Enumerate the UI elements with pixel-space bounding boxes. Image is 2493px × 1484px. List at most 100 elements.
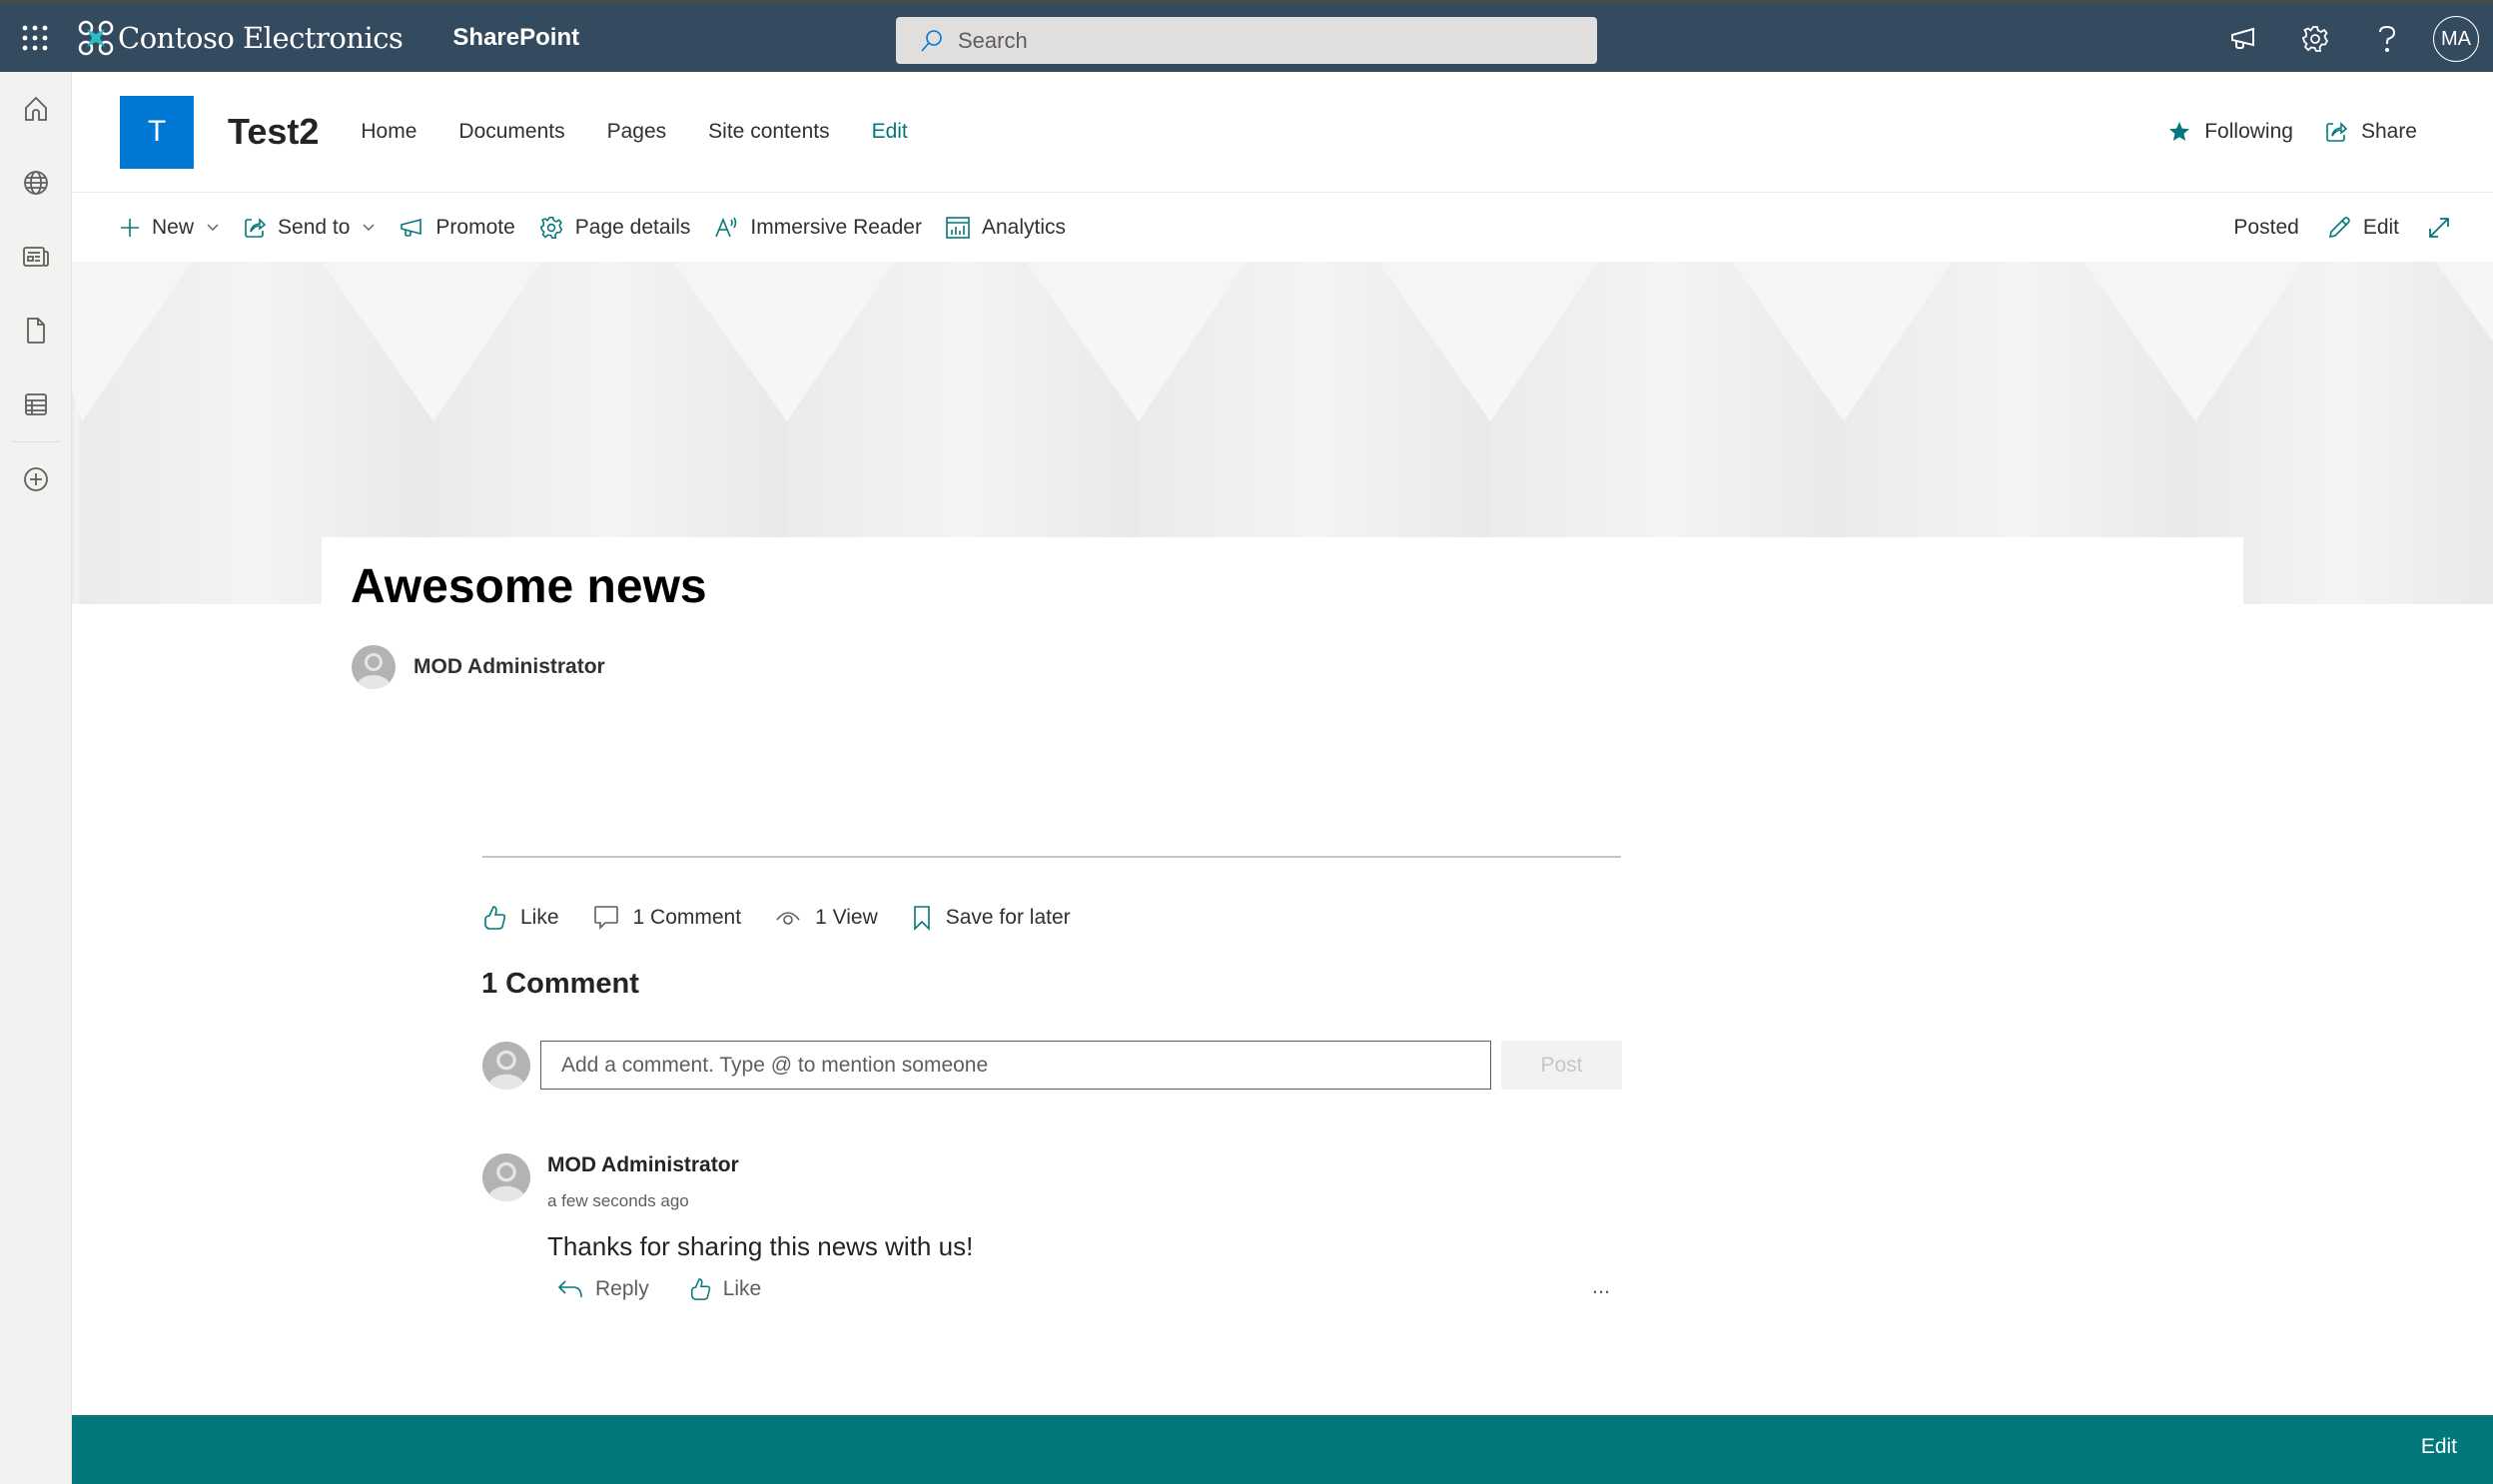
post-comment-button[interactable]: Post bbox=[1501, 1041, 1622, 1090]
comments-heading: 1 Comment bbox=[481, 968, 639, 1000]
posted-status-label: Posted bbox=[2233, 215, 2299, 239]
thumbs-up-icon bbox=[690, 1278, 710, 1300]
nav-edit[interactable]: Edit bbox=[872, 120, 908, 144]
following-button[interactable]: Following bbox=[2168, 120, 2293, 144]
promote-button[interactable]: Promote bbox=[400, 215, 515, 240]
new-label: New bbox=[152, 215, 195, 239]
like-label: Like bbox=[520, 906, 559, 929]
views-count: 1 View bbox=[775, 906, 878, 930]
analytics-button[interactable]: Analytics bbox=[946, 216, 1066, 240]
reply-icon bbox=[557, 1280, 582, 1298]
share-label: Share bbox=[2360, 120, 2417, 143]
site-navigation: Home Documents Pages Site contents Edit bbox=[361, 120, 949, 144]
edit-label: Edit bbox=[2362, 215, 2399, 239]
comment-actions: Reply Like bbox=[557, 1277, 801, 1301]
rail-files-button[interactable] bbox=[0, 294, 72, 368]
add-comment-form: Add a comment. Type @ to mention someone… bbox=[482, 1041, 1622, 1090]
site-title[interactable]: Test2 bbox=[228, 111, 319, 153]
immersive-reader-icon bbox=[715, 217, 737, 237]
help-icon bbox=[2379, 25, 2396, 52]
share-button[interactable]: Share bbox=[2325, 120, 2417, 144]
comments-count-button[interactable]: 1 Comment bbox=[593, 905, 742, 931]
commenter-avatar-icon bbox=[482, 1153, 530, 1201]
add-circle-icon bbox=[24, 467, 48, 491]
news-icon bbox=[23, 247, 49, 267]
comment-icon bbox=[593, 906, 618, 930]
user-avatar-button[interactable]: MA bbox=[2433, 16, 2479, 62]
rail-news-button[interactable] bbox=[0, 220, 72, 294]
comment-timestamp: a few seconds ago bbox=[547, 1191, 689, 1210]
brand-logo-link[interactable]: Contoso Electronics bbox=[78, 20, 404, 56]
analytics-icon bbox=[946, 216, 970, 239]
page-title: Awesome news bbox=[351, 560, 707, 613]
bookmark-icon bbox=[913, 906, 930, 931]
gear-icon bbox=[2301, 26, 2329, 52]
search-box[interactable]: Search bbox=[896, 17, 1597, 64]
send-to-label: Send to bbox=[278, 215, 351, 239]
comments-count-label: 1 Comment bbox=[632, 906, 742, 929]
comment-item: MOD Administrator a few seconds ago Than… bbox=[482, 1153, 1621, 1300]
app-name-link[interactable]: SharePoint bbox=[452, 24, 579, 52]
page-status: Posted bbox=[2233, 216, 2298, 240]
brand-name: Contoso Electronics bbox=[118, 20, 404, 55]
site-logo[interactable]: T bbox=[120, 95, 194, 169]
comment-input[interactable]: Add a comment. Type @ to mention someone bbox=[540, 1041, 1491, 1090]
comment-author[interactable]: MOD Administrator bbox=[547, 1153, 739, 1177]
search-placeholder: Search bbox=[958, 27, 1028, 53]
avatar-placeholder-icon bbox=[352, 645, 396, 689]
avatar-placeholder-icon bbox=[482, 1041, 530, 1090]
document-icon bbox=[27, 318, 45, 344]
promote-label: Promote bbox=[435, 215, 515, 239]
save-for-later-label: Save for later bbox=[945, 906, 1071, 929]
comment-like-label: Like bbox=[722, 1277, 762, 1300]
list-icon bbox=[25, 393, 47, 415]
share-icon bbox=[2326, 122, 2347, 142]
command-bar: New Send to Promote Page details Immersi… bbox=[72, 193, 2493, 262]
comment-text: Thanks for sharing this news with us! bbox=[547, 1231, 974, 1261]
nav-site-contents[interactable]: Site contents bbox=[708, 120, 829, 144]
nav-documents[interactable]: Documents bbox=[458, 120, 564, 144]
drone-logo-icon bbox=[78, 20, 114, 55]
page-details-button[interactable]: Page details bbox=[539, 216, 690, 240]
settings-button[interactable] bbox=[2279, 3, 2351, 75]
chevron-down-icon bbox=[363, 224, 375, 231]
help-button[interactable] bbox=[2351, 3, 2423, 75]
star-filled-icon bbox=[2169, 122, 2190, 141]
immersive-reader-label: Immersive Reader bbox=[750, 215, 922, 239]
suite-bar: Contoso Electronics SharePoint Search MA bbox=[0, 0, 2493, 72]
save-for-later-button[interactable]: Save for later bbox=[912, 905, 1071, 931]
chevron-down-icon bbox=[207, 224, 219, 231]
reply-label: Reply bbox=[595, 1277, 649, 1300]
rail-sites-button[interactable] bbox=[0, 146, 72, 220]
new-button[interactable]: New bbox=[120, 216, 220, 240]
immersive-reader-button[interactable]: Immersive Reader bbox=[714, 216, 922, 240]
like-button[interactable]: Like bbox=[482, 905, 559, 931]
globe-icon bbox=[24, 171, 48, 195]
footer-edit-button[interactable]: Edit bbox=[2421, 1435, 2457, 1459]
send-to-button[interactable]: Send to bbox=[244, 216, 376, 240]
comment-like-button[interactable]: Like bbox=[689, 1277, 762, 1301]
rail-create-button[interactable] bbox=[0, 442, 72, 516]
rail-lists-button[interactable] bbox=[0, 368, 72, 441]
thumbs-up-icon bbox=[484, 906, 506, 930]
following-label: Following bbox=[2204, 120, 2293, 143]
author-name[interactable]: MOD Administrator bbox=[414, 655, 605, 679]
nav-home[interactable]: Home bbox=[361, 120, 416, 144]
app-launcher-button[interactable] bbox=[0, 3, 70, 73]
nav-pages[interactable]: Pages bbox=[607, 120, 667, 144]
megaphone-icon bbox=[2231, 27, 2254, 49]
site-header: T Test2 Home Documents Pages Site conten… bbox=[72, 72, 2493, 193]
whats-new-button[interactable] bbox=[2207, 3, 2279, 75]
full-screen-button[interactable] bbox=[2427, 216, 2463, 240]
reply-button[interactable]: Reply bbox=[557, 1277, 649, 1301]
megaphone-icon bbox=[401, 218, 422, 237]
page-footer-bar: Edit bbox=[72, 1415, 2493, 1484]
more-options-button[interactable]: ... bbox=[1581, 1273, 1621, 1299]
rail-home-button[interactable] bbox=[0, 72, 72, 146]
social-bar: Like 1 Comment 1 View Save for later bbox=[482, 905, 1105, 931]
pencil-icon bbox=[2328, 216, 2350, 238]
views-count-label: 1 View bbox=[815, 906, 878, 929]
gear-icon bbox=[539, 216, 563, 239]
waffle-icon bbox=[22, 25, 48, 50]
edit-page-button[interactable]: Edit bbox=[2327, 216, 2399, 240]
